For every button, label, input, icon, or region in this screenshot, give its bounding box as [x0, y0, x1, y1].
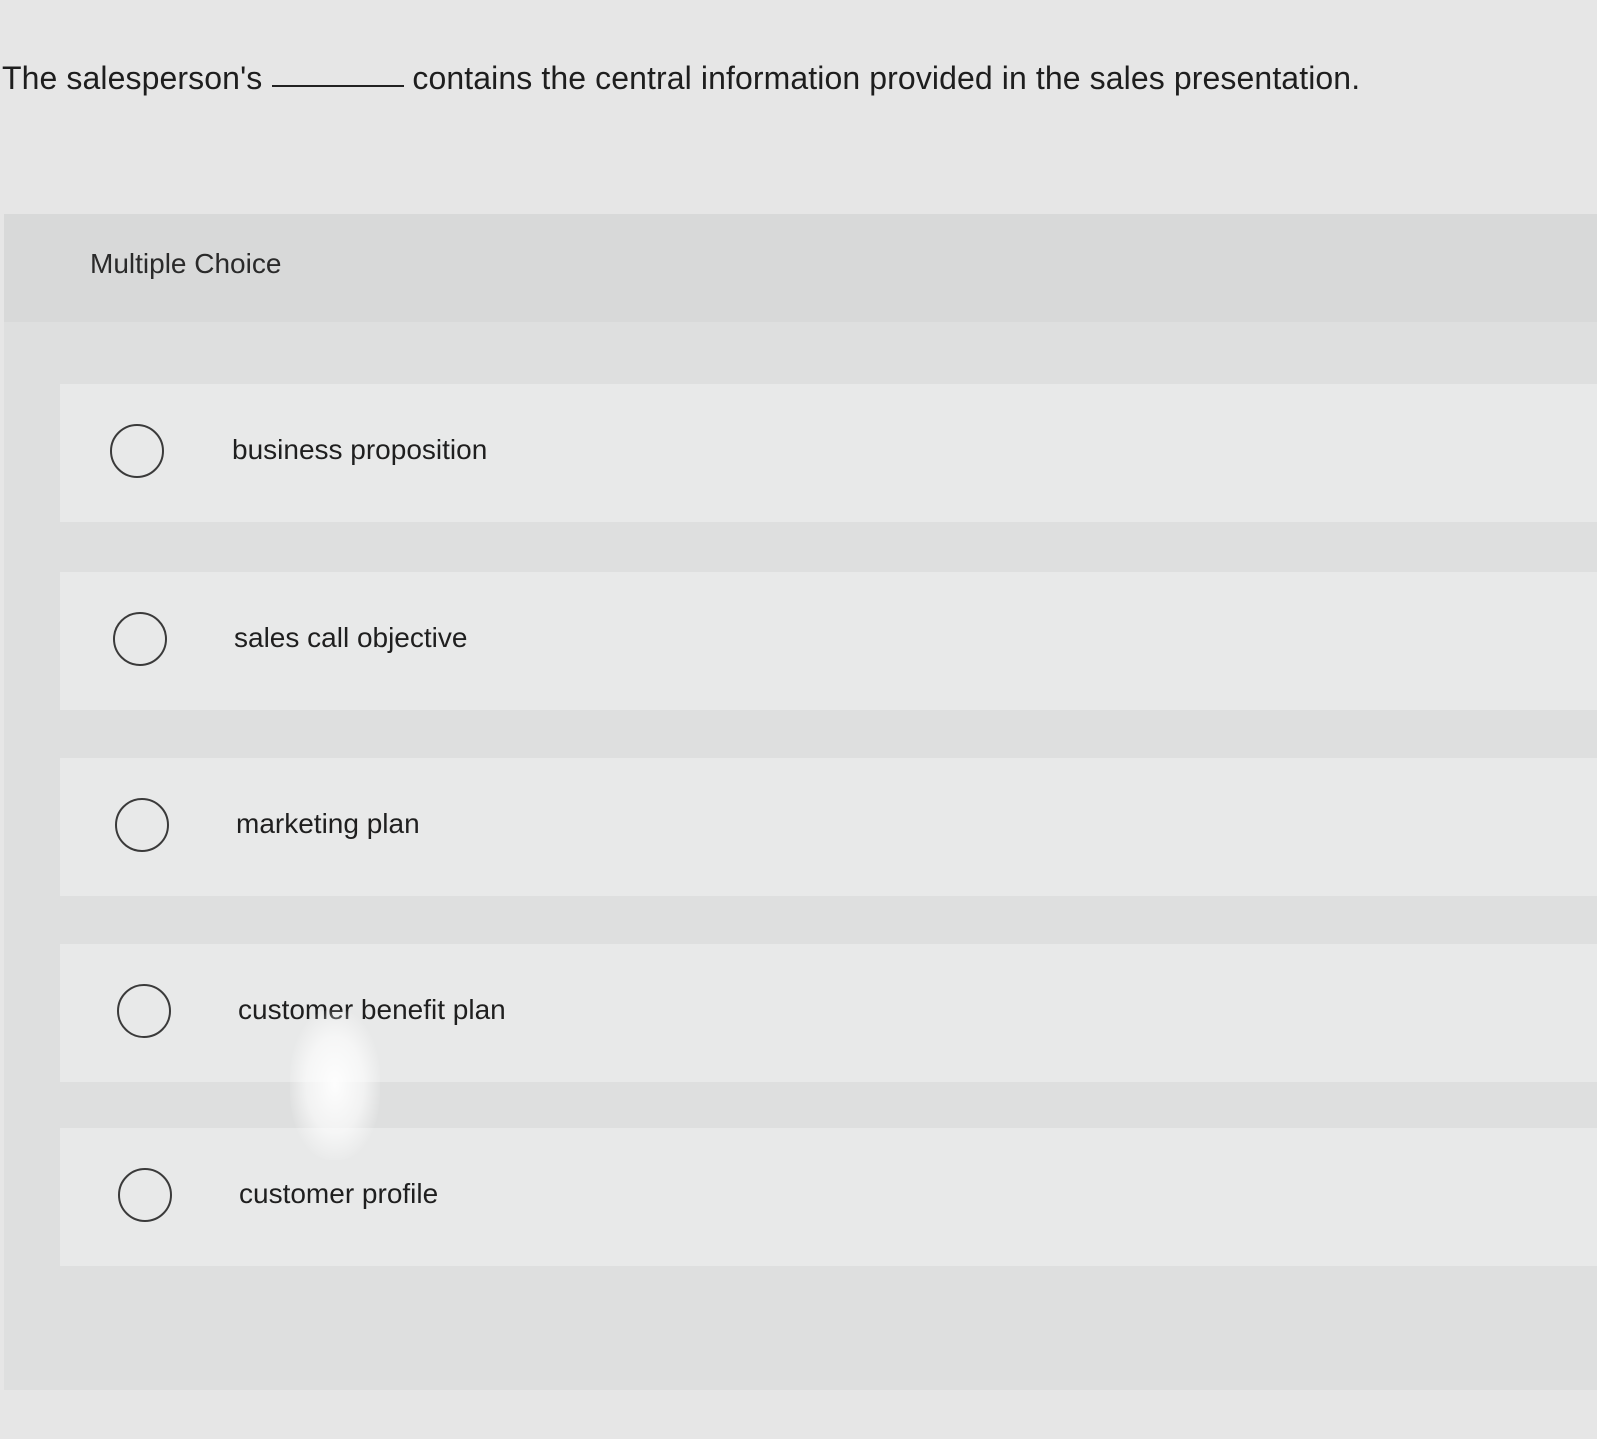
question-before-blank: The salesperson's [2, 60, 263, 96]
option-label: marketing plan [236, 808, 420, 839]
option-label: customer benefit plan [238, 994, 506, 1025]
option-customer-profile[interactable]: customer profile [60, 1128, 1597, 1266]
radio-button[interactable] [110, 424, 164, 478]
option-sales-call-objective[interactable]: sales call objective [60, 572, 1597, 710]
answer-blank [272, 84, 405, 87]
option-customer-benefit-plan[interactable]: customer benefit plan [60, 944, 1597, 1082]
radio-button[interactable] [118, 1168, 172, 1222]
radio-button[interactable] [113, 612, 167, 666]
multiple-choice-label: Multiple Choice [90, 248, 282, 279]
option-label: business proposition [232, 434, 488, 465]
radio-button[interactable] [115, 798, 169, 852]
radio-button[interactable] [117, 984, 171, 1038]
option-label: customer profile [239, 1178, 439, 1209]
question-after-blank: contains the central information provide… [412, 60, 1361, 96]
option-marketing-plan[interactable]: marketing plan [60, 758, 1597, 896]
option-business-proposition[interactable]: business proposition [60, 384, 1597, 522]
question-text: The salesperson's contains the central in… [2, 60, 1360, 97]
option-label: sales call objective [234, 622, 468, 653]
